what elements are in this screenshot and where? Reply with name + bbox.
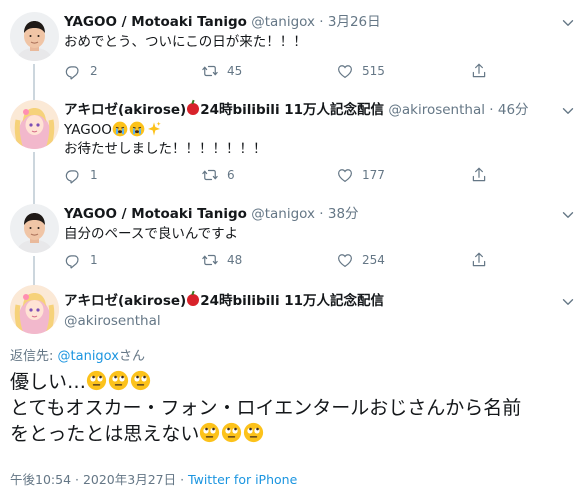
- replying-to: 返信先: @tanigoxさん: [10, 349, 145, 364]
- display-name[interactable]: アキロゼ(akirose) 24時bilibili 11万人記念配信: [64, 102, 384, 118]
- reply-count: 1: [90, 168, 98, 182]
- crying-emoji: [112, 121, 128, 137]
- reply-button[interactable]: 1: [64, 251, 98, 269]
- rolling-eyes-emoji: [199, 422, 220, 443]
- crying-emoji: [129, 121, 145, 137]
- tweet-header: アキロゼ(akirose) 24時bilibili 11万人記念配信 @akiro…: [64, 102, 529, 118]
- like-button[interactable]: 515: [336, 62, 385, 80]
- share-button[interactable]: [470, 166, 496, 184]
- tweet-text: 自分のペースで良いんですよ: [64, 226, 239, 242]
- reply-count: 1: [90, 253, 98, 267]
- share-icon: [470, 62, 488, 80]
- tweet-timestamp[interactable]: 午後10:54 · 2020年3月27日 ·: [10, 472, 188, 487]
- like-count: 177: [362, 168, 385, 182]
- sparkles-emoji: [146, 121, 162, 137]
- tweet-meta: 午後10:54 · 2020年3月27日 · Twitter for iPhon…: [10, 469, 297, 488]
- retweet-count: 48: [227, 253, 243, 267]
- user-handle[interactable]: @akirosenthal: [388, 102, 485, 118]
- reply-button[interactable]: 1: [64, 166, 98, 184]
- like-icon: [336, 62, 354, 80]
- tweet-time[interactable]: 38分: [328, 206, 359, 222]
- like-icon: [336, 166, 354, 184]
- retweet-icon: [201, 62, 219, 80]
- retweet-icon: [201, 166, 219, 184]
- like-button[interactable]: 177: [336, 166, 385, 184]
- reply-icon: [64, 251, 82, 269]
- like-icon: [336, 251, 354, 269]
- apple-emoji: [187, 294, 200, 306]
- share-button[interactable]: [470, 62, 496, 80]
- rolling-eyes-emoji: [243, 422, 264, 443]
- rolling-eyes-emoji: [221, 422, 242, 443]
- retweet-button[interactable]: 6: [201, 166, 235, 184]
- apple-emoji: [187, 103, 200, 115]
- tweet-1[interactable]: YAGOO / Motoaki Tanigo @tanigox · 3月26日 …: [0, 0, 587, 92]
- like-count: 254: [362, 253, 385, 267]
- caret-down-icon[interactable]: [559, 206, 577, 224]
- retweet-icon: [201, 251, 219, 269]
- display-name[interactable]: YAGOO / Motoaki Tanigo: [64, 14, 247, 30]
- tweet-time[interactable]: 46分: [498, 102, 529, 118]
- avatar[interactable]: [10, 100, 59, 149]
- reply-count: 2: [90, 64, 98, 78]
- tweet-3[interactable]: YAGOO / Motoaki Tanigo @tanigox · 38分 自分…: [0, 194, 587, 284]
- rolling-eyes-emoji: [108, 370, 129, 391]
- caret-down-icon[interactable]: [559, 14, 577, 32]
- caret-down-icon[interactable]: [559, 293, 577, 311]
- tweet-text: YAGOO お待たせしました！！！！！！！: [64, 121, 267, 157]
- user-handle[interactable]: @akirosenthal: [64, 312, 384, 330]
- user-handle[interactable]: @tanigox: [251, 14, 315, 30]
- reply-icon: [64, 62, 82, 80]
- avatar[interactable]: [10, 285, 59, 334]
- tweet-header: YAGOO / Motoaki Tanigo @tanigox · 38分: [64, 206, 359, 222]
- reply-button[interactable]: 2: [64, 62, 98, 80]
- tweet-source[interactable]: Twitter for iPhone: [188, 472, 297, 487]
- share-icon: [470, 251, 488, 269]
- display-name[interactable]: アキロゼ(akirose) 24時bilibili 11万人記念配信: [64, 293, 384, 309]
- reply-icon: [64, 166, 82, 184]
- avatar[interactable]: [10, 12, 59, 61]
- rolling-eyes-emoji: [130, 370, 151, 391]
- thread-line: [33, 194, 35, 204]
- tweet-header: YAGOO / Motoaki Tanigo @tanigox · 3月26日: [64, 14, 381, 30]
- rolling-eyes-emoji: [86, 370, 107, 391]
- share-button[interactable]: [470, 251, 496, 269]
- user-handle[interactable]: @tanigox: [251, 206, 315, 222]
- retweet-count: 45: [227, 64, 243, 78]
- like-button[interactable]: 254: [336, 251, 385, 269]
- tweet-time[interactable]: 3月26日: [328, 14, 381, 30]
- display-name[interactable]: YAGOO / Motoaki Tanigo: [64, 206, 247, 222]
- reply-to-link[interactable]: @tanigox: [58, 349, 119, 364]
- thread-line: [33, 88, 35, 100]
- thread-line: [33, 152, 35, 198]
- share-icon: [470, 166, 488, 184]
- tweet-text: おめでとう、ついにこの日が来た！！！: [64, 34, 307, 50]
- avatar[interactable]: [10, 204, 59, 253]
- tweet-2[interactable]: アキロゼ(akirose) 24時bilibili 11万人記念配信 @akiro…: [0, 88, 587, 198]
- retweet-button[interactable]: 45: [201, 62, 242, 80]
- like-count: 515: [362, 64, 385, 78]
- retweet-count: 6: [227, 168, 235, 182]
- retweet-button[interactable]: 48: [201, 251, 242, 269]
- caret-down-icon[interactable]: [559, 102, 577, 120]
- main-tweet-text: 優しい… とてもオスカー・フォン・ロイエンタールおじさんから名前 をとったとは思えな…: [10, 370, 522, 445]
- main-tweet-header: アキロゼ(akirose) 24時bilibili 11万人記念配信 @akiro…: [64, 292, 384, 330]
